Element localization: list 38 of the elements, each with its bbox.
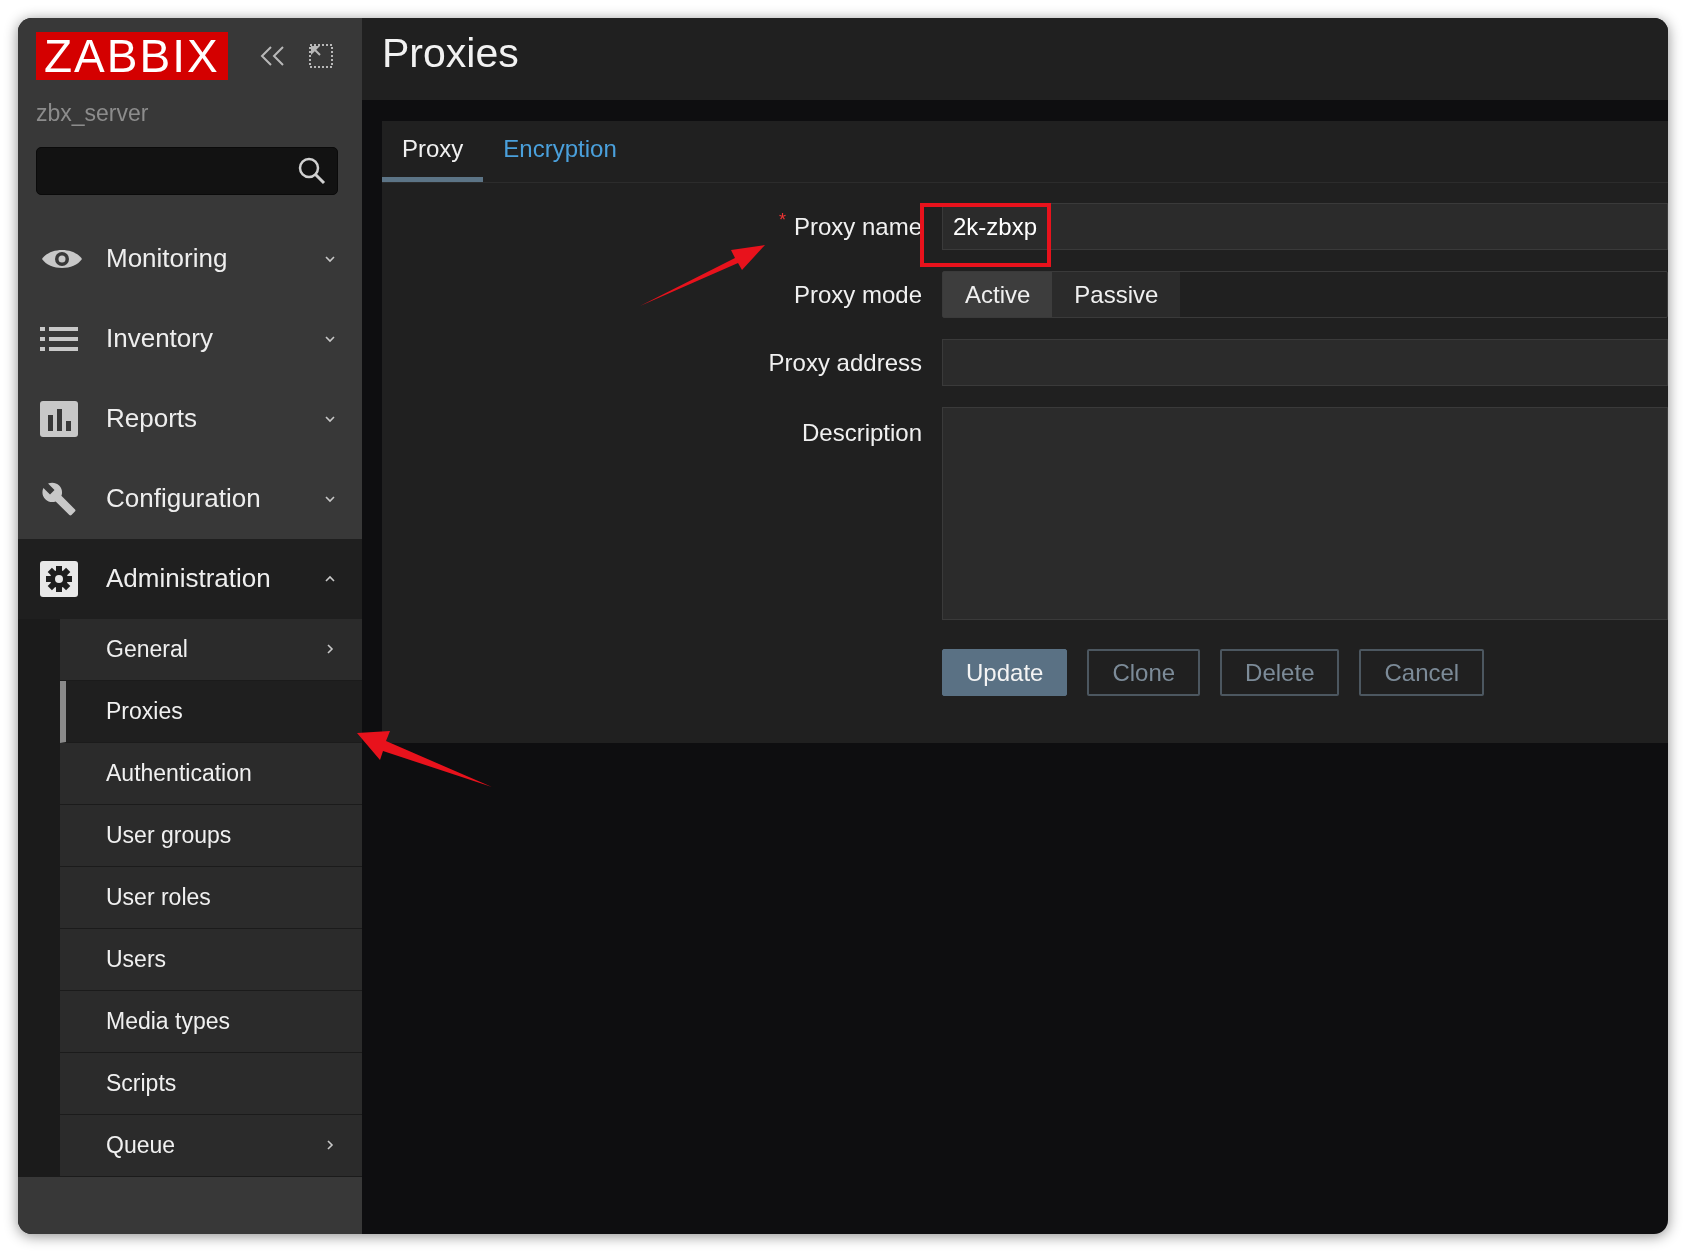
proxy-name-field[interactable]: 2k-zbxp <box>942 203 1668 250</box>
form-button[interactable]: Clone <box>1087 649 1201 696</box>
menu-item[interactable]: Administration <box>18 538 362 619</box>
bar-chart-icon <box>40 400 78 437</box>
submenu-item[interactable]: User groups <box>60 804 362 867</box>
submenu-item[interactable]: Users <box>60 928 362 991</box>
kiosk-mode-icon[interactable] <box>307 43 334 69</box>
required-mark: * <box>778 209 786 232</box>
search-icon <box>297 155 327 186</box>
form-button[interactable]: Update <box>942 649 1068 696</box>
submenu-item[interactable]: Proxies <box>60 680 362 743</box>
chevron-right-icon <box>324 1139 336 1151</box>
field-label: Description <box>801 418 922 448</box>
form-button[interactable]: Cancel <box>1359 649 1485 696</box>
submenu-item[interactable]: Media types <box>60 990 362 1053</box>
proxy-address-field[interactable] <box>942 339 1668 386</box>
logo[interactable]: ZABBIX <box>36 32 228 80</box>
submenu-item[interactable]: User roles <box>60 866 362 929</box>
mode-option[interactable]: Active <box>943 272 1053 317</box>
tab[interactable]: Encryption <box>483 121 637 182</box>
list-icon <box>40 325 78 352</box>
field-label: Proxy address <box>768 347 922 378</box>
gear-icon <box>40 560 78 597</box>
server-name: zbx_server <box>36 99 149 128</box>
chevron-right-icon <box>324 643 336 655</box>
submenu-item[interactable]: Queue <box>60 1114 362 1177</box>
submenu-item[interactable]: Scripts <box>60 1052 362 1115</box>
wrench-icon <box>40 480 78 517</box>
page-title: Proxies <box>382 29 519 79</box>
submenu-item[interactable]: Authentication <box>60 742 362 805</box>
search-field[interactable] <box>36 146 338 195</box>
submenu-item[interactable]: General <box>60 618 362 681</box>
field-label: Proxy name <box>793 211 922 242</box>
form-button[interactable]: Delete <box>1220 649 1340 696</box>
field-label: Proxy mode <box>793 279 922 310</box>
mode-option[interactable]: Passive <box>1052 272 1181 317</box>
description-field[interactable] <box>942 407 1668 620</box>
tab[interactable]: Proxy <box>382 121 484 182</box>
